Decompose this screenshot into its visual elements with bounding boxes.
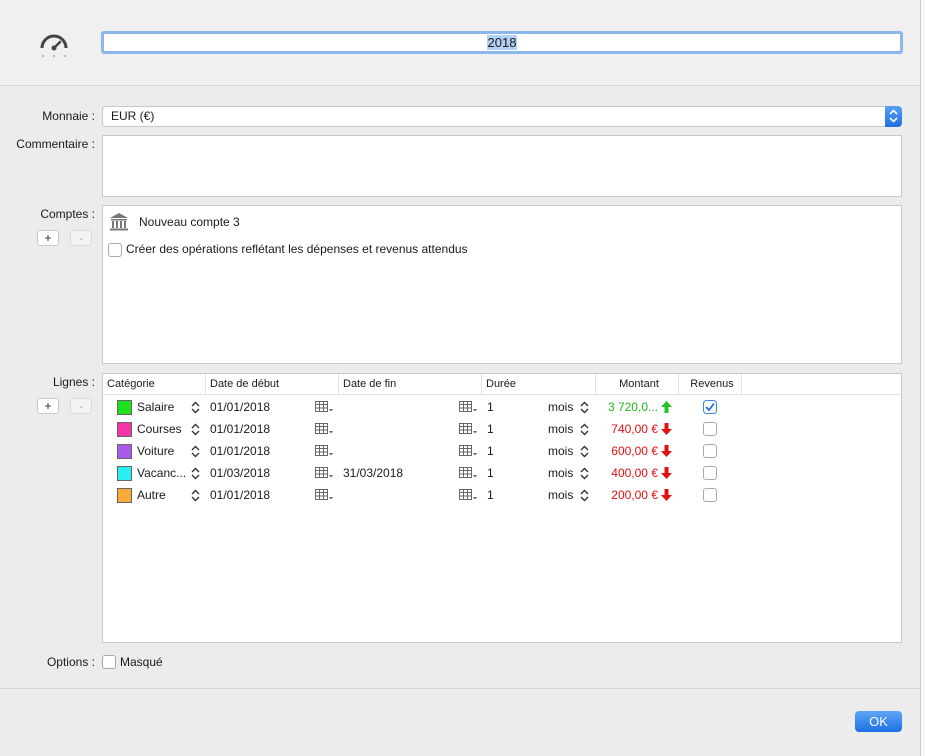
- popup-arrows-icon: [885, 106, 902, 127]
- budget-name-field[interactable]: 2018: [101, 31, 903, 54]
- amount-value[interactable]: 200,00 €: [588, 484, 658, 506]
- calendar-icon[interactable]: [459, 489, 477, 504]
- category-stepper-icon[interactable]: [191, 423, 200, 439]
- duration-value[interactable]: 1: [487, 418, 494, 440]
- income-checkbox[interactable]: [703, 400, 717, 417]
- category-color-swatch[interactable]: [117, 466, 132, 481]
- col-income[interactable]: Revenus: [679, 374, 742, 394]
- category-name: Salaire: [137, 400, 175, 414]
- table-row[interactable]: Courses 01/01/2018 1 mois 740,00 €: [103, 418, 901, 440]
- arrow-down-icon: [661, 445, 672, 460]
- category-name: Autre: [137, 488, 166, 502]
- duration-unit[interactable]: mois: [548, 396, 573, 418]
- currency-value: EUR (€): [111, 109, 155, 123]
- gauge-icon: [38, 28, 70, 60]
- options-label: Options :: [46, 655, 95, 669]
- hidden-checkbox[interactable]: [102, 655, 116, 669]
- category-color-swatch[interactable]: [117, 488, 132, 503]
- lines-table-header: Catégorie Date de début Date de fin Duré…: [103, 374, 901, 395]
- start-date[interactable]: 01/01/2018: [210, 484, 270, 506]
- duration-value[interactable]: 1: [487, 462, 494, 484]
- income-checkbox[interactable]: [703, 488, 717, 505]
- start-date[interactable]: 01/03/2018: [210, 462, 270, 484]
- category-color-swatch[interactable]: [117, 422, 132, 437]
- duration-unit[interactable]: mois: [548, 418, 573, 440]
- comment-textarea[interactable]: [102, 135, 902, 197]
- start-date[interactable]: 01/01/2018: [210, 396, 270, 418]
- accounts-label: Comptes :: [40, 207, 95, 221]
- arrow-down-icon: [661, 423, 672, 438]
- table-row[interactable]: Autre 01/01/2018 1 mois 200,00 €: [103, 484, 901, 506]
- table-row[interactable]: Vacanc... 01/03/2018 31/03/2018 1 mois 4…: [103, 462, 901, 484]
- remove-line-button[interactable]: -: [70, 398, 92, 414]
- start-date[interactable]: 01/01/2018: [210, 418, 270, 440]
- col-end-date[interactable]: Date de fin: [339, 374, 482, 394]
- arrow-up-icon: [661, 401, 672, 416]
- currency-label: Monnaie :: [42, 109, 95, 123]
- col-amount[interactable]: Montant: [596, 374, 679, 394]
- ok-button[interactable]: OK: [855, 711, 902, 732]
- calendar-icon[interactable]: [459, 445, 477, 460]
- currency-popup[interactable]: EUR (€): [102, 106, 902, 127]
- amount-value[interactable]: 3 720,0...: [588, 396, 658, 418]
- category-stepper-icon[interactable]: [191, 467, 200, 483]
- hidden-label: Masqué: [120, 655, 163, 669]
- add-account-button[interactable]: +: [37, 230, 59, 246]
- duration-unit[interactable]: mois: [548, 462, 573, 484]
- footer-divider: [0, 688, 920, 689]
- add-line-button[interactable]: +: [37, 398, 59, 414]
- income-checkbox[interactable]: [703, 422, 717, 439]
- col-duration[interactable]: Durée: [482, 374, 596, 394]
- table-row[interactable]: Voiture 01/01/2018 1 mois 600,00 €: [103, 440, 901, 462]
- calendar-icon[interactable]: [315, 489, 333, 504]
- amount-value[interactable]: 600,00 €: [588, 440, 658, 462]
- amount-value[interactable]: 740,00 €: [588, 418, 658, 440]
- calendar-icon[interactable]: [315, 401, 333, 416]
- create-operations-checkbox[interactable]: [108, 243, 122, 257]
- category-color-swatch[interactable]: [117, 400, 132, 415]
- col-start-date[interactable]: Date de début: [206, 374, 339, 394]
- category-stepper-icon[interactable]: [191, 489, 200, 505]
- calendar-icon[interactable]: [315, 445, 333, 460]
- category-name: Voiture: [137, 444, 175, 458]
- lines-label: Lignes :: [52, 375, 95, 389]
- window-edge: [920, 0, 925, 756]
- remove-account-button[interactable]: -: [70, 230, 92, 246]
- calendar-icon[interactable]: [315, 423, 333, 438]
- calendar-icon[interactable]: [459, 467, 477, 482]
- arrow-down-icon: [661, 467, 672, 482]
- calendar-icon[interactable]: [315, 467, 333, 482]
- category-name: Vacanc...: [137, 466, 187, 480]
- duration-value[interactable]: 1: [487, 484, 494, 506]
- col-category[interactable]: Catégorie: [103, 374, 206, 394]
- income-checkbox[interactable]: [703, 444, 717, 461]
- duration-value[interactable]: 1: [487, 440, 494, 462]
- category-color-swatch[interactable]: [117, 444, 132, 459]
- accounts-list: Nouveau compte 3 Créer des opérations re…: [102, 205, 902, 364]
- calendar-icon[interactable]: [459, 423, 477, 438]
- create-operations-label: Créer des opérations reflétant les dépen…: [126, 242, 468, 256]
- income-checkbox[interactable]: [703, 466, 717, 483]
- calendar-icon[interactable]: [459, 401, 477, 416]
- comment-label: Commentaire :: [16, 137, 95, 151]
- budget-name-value: 2018: [486, 35, 518, 50]
- duration-value[interactable]: 1: [487, 396, 494, 418]
- end-date[interactable]: 31/03/2018: [343, 462, 403, 484]
- table-row[interactable]: Salaire 01/01/2018 1 mois 3 720,0...: [103, 396, 901, 418]
- account-item[interactable]: Nouveau compte 3: [139, 215, 240, 229]
- bank-icon: [108, 212, 130, 235]
- category-name: Courses: [137, 422, 182, 436]
- duration-unit[interactable]: mois: [548, 440, 573, 462]
- arrow-down-icon: [661, 489, 672, 504]
- amount-value[interactable]: 400,00 €: [588, 462, 658, 484]
- start-date[interactable]: 01/01/2018: [210, 440, 270, 462]
- category-stepper-icon[interactable]: [191, 445, 200, 461]
- category-stepper-icon[interactable]: [191, 401, 200, 417]
- duration-unit[interactable]: mois: [548, 484, 573, 506]
